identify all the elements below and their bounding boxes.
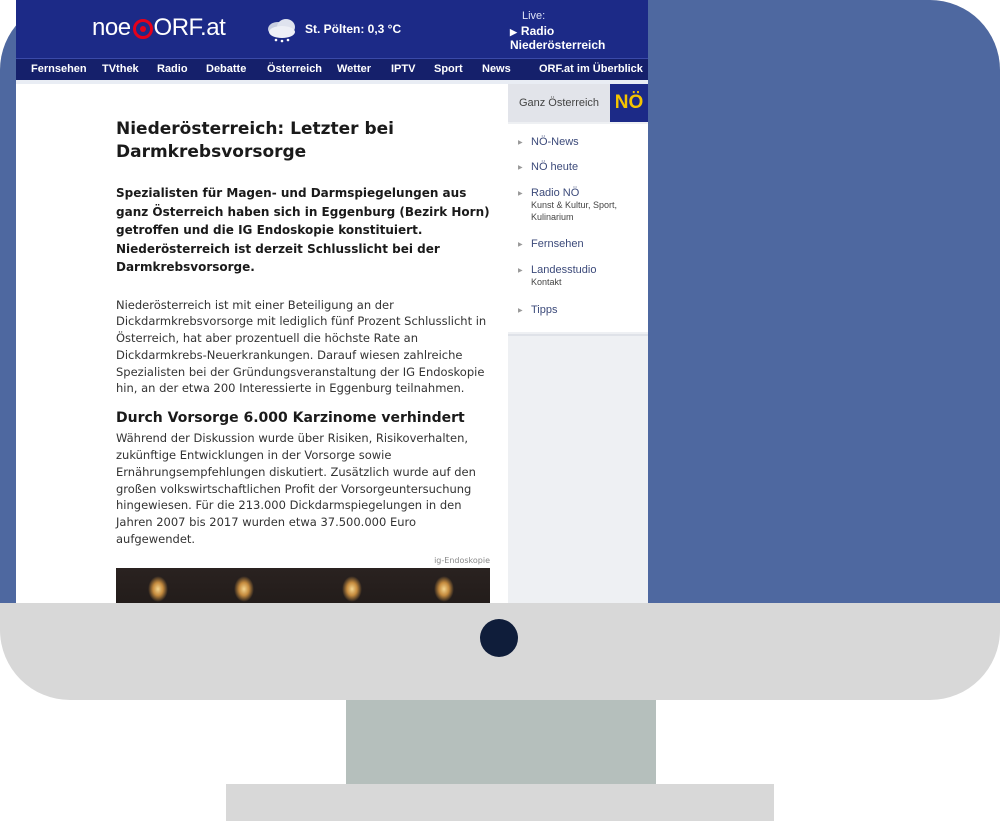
sidebar-item-noe-heute[interactable]: ▶ NÖ heute [518,161,578,173]
live-label: Live: [522,10,546,22]
monitor-stand-base [226,784,774,821]
article-paragraph: Während der Diskussion wurde über Risike… [116,431,476,547]
triangle-right-icon: ▶ [518,140,523,146]
nav-item-radio[interactable]: Radio [157,63,188,75]
image-credit: ig-Endoskopie [434,555,490,565]
logo-orf-text: ORF.at [153,14,226,41]
article-subheading: Durch Vorsorge 6.000 Karzinome verhinder… [116,410,465,427]
cloud-snow-weather-icon [268,19,295,43]
article-headline: Niederösterreich: Letzter bei Darmkrebsv… [116,119,395,162]
sidebar-item-label: Tipps [531,304,558,316]
triangle-right-icon: ▶ [518,191,523,197]
sidebar-empty-area [508,334,648,603]
sidebar-item-sublabel: Kontakt [531,277,562,287]
triangle-right-icon: ▶ [518,308,523,314]
sidebar-item-label: Radio NÖ [531,187,580,199]
live-radio-label: Radio Niederösterreich [510,24,606,52]
nav-item-debatte[interactable]: Debatte [206,63,246,75]
noe-badge-text: NÖ [614,92,644,113]
nav-item-oesterreich[interactable]: Österreich [267,63,322,75]
nav-item-iptv[interactable]: IPTV [391,63,415,75]
sidebar-item-radio-noe[interactable]: ▶ Radio NÖ Kunst & Kultur, Sport, Kulina… [518,187,648,223]
monitor-stand-neck [346,700,656,784]
site-logo[interactable]: noe ORF.at [92,14,226,42]
wall-lamp [342,575,362,602]
sidebar-menu: ▶ NÖ-News ▶ NÖ heute ▶ Radio NÖ Kunst & … [508,124,648,332]
sidebar-item-sublabel: Kunst & Kultur, Sport, Kulinarium [531,200,618,222]
site-header: noe ORF.at St. Pölten: 0,3 °C Live: ▶ Rad… [16,0,648,58]
triangle-right-icon: ▶ [518,242,523,248]
nav-item-wetter[interactable]: Wetter [337,63,371,75]
weather-location-temperature[interactable]: St. Pölten: 0,3 °C [305,22,401,36]
wall-lamp [434,575,454,602]
orf-ring-icon [132,19,153,39]
nav-item-orf-overview[interactable]: ORF.at im Überblick [539,63,643,75]
tab-ganz-oesterreich[interactable]: Ganz Österreich [508,84,610,122]
web-page: noe ORF.at St. Pölten: 0,3 °C Live: ▶ Rad… [16,0,648,603]
play-icon: ▶ [510,27,517,37]
triangle-right-icon: ▶ [518,165,523,171]
article: Niederösterreich: Letzter bei Darmkrebsv… [116,118,490,603]
main-navigation: Fernsehen TVthek Radio Debatte Österreic… [16,58,648,80]
sidebar-item-label: NÖ heute [531,161,579,173]
nav-item-news[interactable]: News [482,63,511,75]
sidebar-item-landesstudio[interactable]: ▶ Landesstudio Kontakt [518,264,596,288]
wall-lamp [234,575,254,602]
logo-region-text: noe [92,14,131,41]
article-photo[interactable] [116,567,490,603]
wall-lamp [148,575,168,602]
sidebar: Ganz Österreich NÖ ▶ NÖ-News ▶ NÖ heute … [508,84,648,603]
sidebar-item-noe-news[interactable]: ▶ NÖ-News [518,136,579,148]
sidebar-item-tipps[interactable]: ▶ Tipps [518,304,558,316]
nav-item-tvthek[interactable]: TVthek [102,63,139,75]
article-paragraph: Niederösterreich ist mit einer Beteiligu… [116,297,487,396]
live-radio-link[interactable]: ▶ Radio Niederösterreich [510,24,648,52]
article-lead: Spezialisten für Magen- und Darmspiegelu… [116,186,490,274]
sidebar-item-fernsehen[interactable]: ▶ Fernsehen [518,238,584,250]
sidebar-item-label: Landesstudio [531,264,597,276]
triangle-right-icon: ▶ [518,268,523,274]
monitor-camera-dot [480,619,518,657]
nav-item-sport[interactable]: Sport [434,63,463,75]
sidebar-item-label: Fernsehen [531,238,584,250]
nav-item-fernsehen[interactable]: Fernsehen [31,63,87,75]
sidebar-item-label: NÖ-News [531,136,579,148]
noe-region-badge[interactable]: NÖ [610,84,648,122]
